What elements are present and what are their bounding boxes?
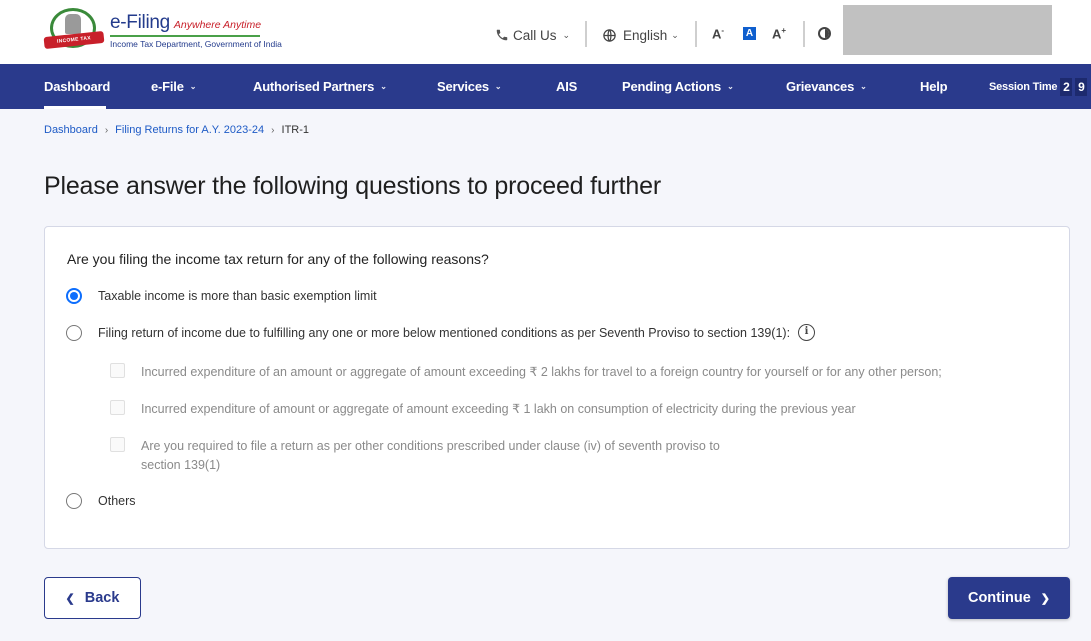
chevron-down-icon: ⌄ xyxy=(860,82,867,91)
font-normal-button[interactable]: A xyxy=(743,27,756,40)
emblem-icon: INCOME TAX DEPARTMENT xyxy=(43,8,105,57)
language-dropdown[interactable]: English ⌄ xyxy=(602,22,679,48)
chevron-down-icon: ⌄ xyxy=(380,82,387,91)
session-digit: 9 xyxy=(1075,77,1088,96)
back-button[interactable]: ❮ Back xyxy=(44,577,141,619)
option-seventh-proviso[interactable]: Filing return of income due to fulfillin… xyxy=(66,324,816,341)
logo-tagline: Anywhere Anytime xyxy=(173,18,262,31)
checkbox[interactable] xyxy=(110,363,125,378)
question-text: Are you filing the income tax return for… xyxy=(67,251,489,267)
efiling-logo[interactable]: INCOME TAX DEPARTMENT e-Filing Anywhere … xyxy=(43,8,282,57)
breadcrumb-current: ITR-1 xyxy=(281,124,310,136)
divider xyxy=(803,21,805,47)
condition-label: Incurred expenditure of an amount or agg… xyxy=(141,365,942,379)
chevron-right-icon: › xyxy=(271,124,275,136)
divider xyxy=(585,21,587,47)
nav-services[interactable]: Services ⌄ xyxy=(437,64,502,109)
breadcrumb-filing-returns[interactable]: Filing Returns for A.Y. 2023-24 xyxy=(115,124,264,136)
session-timer: Session Time 2 9 xyxy=(989,64,1088,109)
radio-button[interactable] xyxy=(66,324,82,341)
radio-button[interactable] xyxy=(66,288,82,304)
chevron-down-icon: ⌄ xyxy=(562,29,571,40)
breadcrumb-dashboard[interactable]: Dashboard xyxy=(44,124,98,136)
logo-divider xyxy=(110,34,260,37)
contrast-icon[interactable] xyxy=(818,27,831,40)
question-card: Are you filing the income tax return for… xyxy=(44,226,1070,549)
condition-label: Are you required to file a return as per… xyxy=(141,439,720,472)
session-digit: 2 xyxy=(1060,77,1073,96)
main-nav: Dashboard e-File ⌄ Authorised Partners ⌄ S… xyxy=(0,64,1091,109)
nav-pending-actions[interactable]: Pending Actions ⌄ xyxy=(622,64,734,109)
checkbox[interactable] xyxy=(110,437,125,452)
nav-help[interactable]: Help xyxy=(920,64,948,109)
nav-ais[interactable]: AIS xyxy=(556,64,577,109)
chevron-down-icon: ⌄ xyxy=(189,82,197,91)
option-taxable-income[interactable]: Taxable income is more than basic exempt… xyxy=(66,288,377,304)
call-us-label: Call Us xyxy=(513,27,557,43)
info-icon[interactable]: i xyxy=(798,324,816,341)
checkbox[interactable] xyxy=(110,400,125,415)
divider xyxy=(695,21,697,47)
option-others[interactable]: Others xyxy=(66,493,136,509)
nav-authorised-partners[interactable]: Authorised Partners ⌄ xyxy=(253,64,387,109)
condition-electricity: Incurred expenditure of amount or aggreg… xyxy=(110,400,856,419)
condition-foreign-travel: Incurred expenditure of an amount or agg… xyxy=(110,363,942,382)
globe-icon xyxy=(602,28,617,43)
radio-button[interactable] xyxy=(66,493,82,509)
option-label: Filing return of income due to fulfillin… xyxy=(98,325,791,340)
condition-other: Are you required to file a return as per… xyxy=(110,437,741,475)
chevron-right-icon: › xyxy=(104,124,109,136)
logo-subtitle: Income Tax Department, Government of Ind… xyxy=(110,38,282,49)
option-label: Taxable income is more than basic exempt… xyxy=(98,289,377,303)
profile-area[interactable] xyxy=(843,5,1052,55)
continue-button[interactable]: Continue ❯ xyxy=(948,577,1070,619)
option-label: Others xyxy=(98,494,136,508)
session-label: Session Time xyxy=(989,80,1058,93)
chevron-down-icon: ⌄ xyxy=(671,29,679,40)
nav-grievances[interactable]: Grievances ⌄ xyxy=(786,64,867,109)
font-decrease-button[interactable]: A- xyxy=(712,26,724,41)
nav-dashboard[interactable]: Dashboard xyxy=(44,64,110,109)
breadcrumb: Dashboard › Filing Returns for A.Y. 2023… xyxy=(44,124,309,136)
logo-title: e-Filing xyxy=(110,11,170,33)
font-increase-button[interactable]: A+ xyxy=(772,26,786,41)
call-us-dropdown[interactable]: Call Us ⌄ xyxy=(495,22,570,48)
language-label: English xyxy=(623,27,668,43)
chevron-down-icon: ⌄ xyxy=(727,82,734,91)
chevron-right-icon: ❯ xyxy=(1040,592,1051,605)
nav-efile[interactable]: e-File ⌄ xyxy=(151,64,196,109)
condition-label: Incurred expenditure of amount or aggreg… xyxy=(141,402,856,416)
chevron-down-icon: ⌄ xyxy=(494,82,502,91)
page-title: Please answer the following questions to… xyxy=(44,172,661,200)
chevron-left-icon: ❮ xyxy=(65,592,75,605)
phone-icon xyxy=(495,28,509,42)
top-header: INCOME TAX DEPARTMENT e-Filing Anywhere … xyxy=(0,0,1091,64)
